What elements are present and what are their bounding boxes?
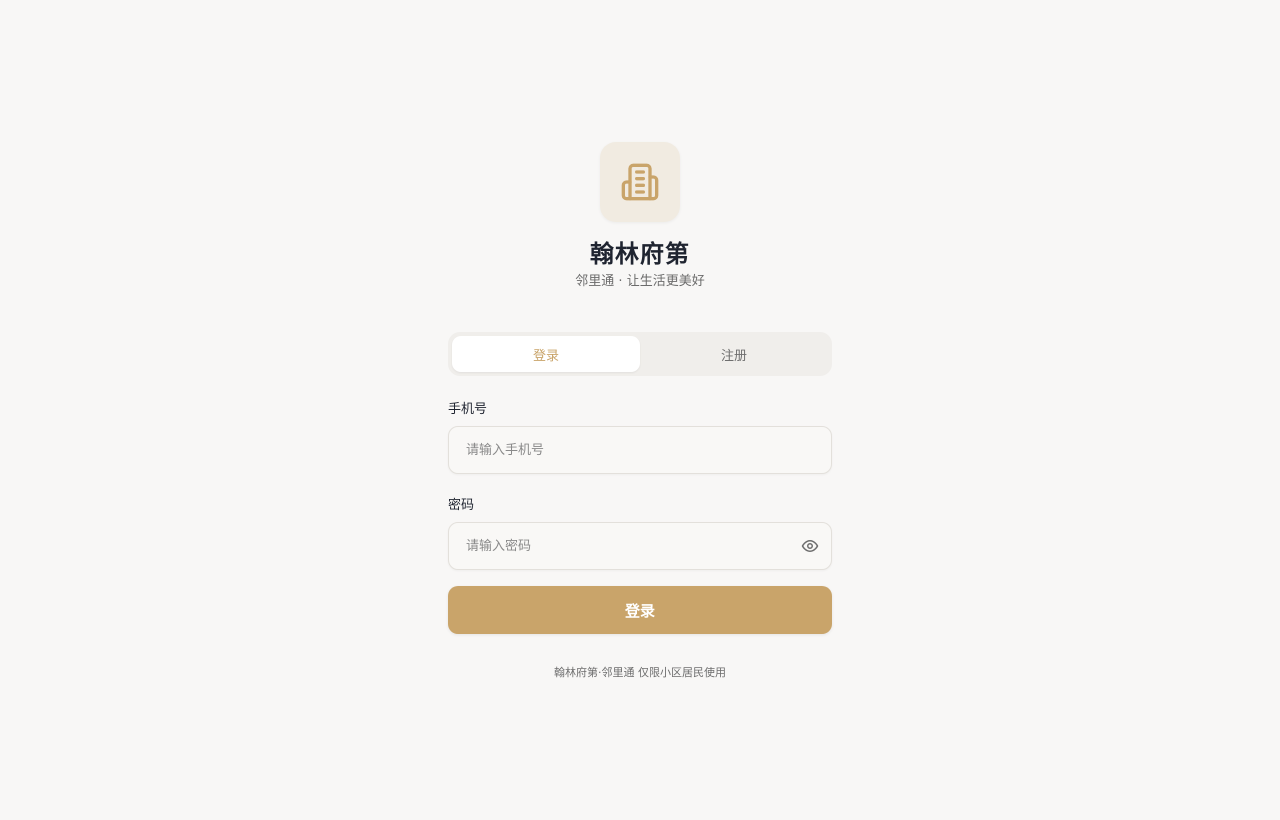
login-submit-button[interactable]: 登录	[448, 586, 832, 634]
brand-logo	[600, 142, 680, 222]
eye-icon	[801, 540, 819, 552]
brand-title: 翰林府第	[590, 239, 690, 268]
footer-note: 翰林府第·邻里通 仅限小区居民使用	[554, 666, 726, 679]
phone-field-group: 手机号	[448, 402, 832, 474]
tab-register[interactable]: 注册	[640, 336, 828, 372]
password-input-box	[448, 522, 832, 570]
phone-input-box	[448, 426, 832, 474]
phone-input[interactable]	[449, 427, 831, 473]
tab-login[interactable]: 登录	[452, 336, 640, 372]
building-icon	[621, 163, 659, 201]
auth-tabs: 登录 注册	[448, 332, 832, 376]
login-container: 翰林府第 邻里通 · 让生活更美好 登录 注册 手机号 密码	[448, 142, 832, 680]
password-label: 密码	[448, 498, 475, 513]
login-page: 翰林府第 邻里通 · 让生活更美好 登录 注册 手机号 密码	[0, 0, 1280, 820]
brand-subtitle: 邻里通 · 让生活更美好	[575, 274, 705, 289]
password-field-group: 密码	[448, 498, 832, 570]
phone-label: 手机号	[448, 402, 488, 417]
password-input[interactable]	[449, 523, 831, 569]
toggle-password-visibility-button[interactable]	[799, 535, 821, 557]
